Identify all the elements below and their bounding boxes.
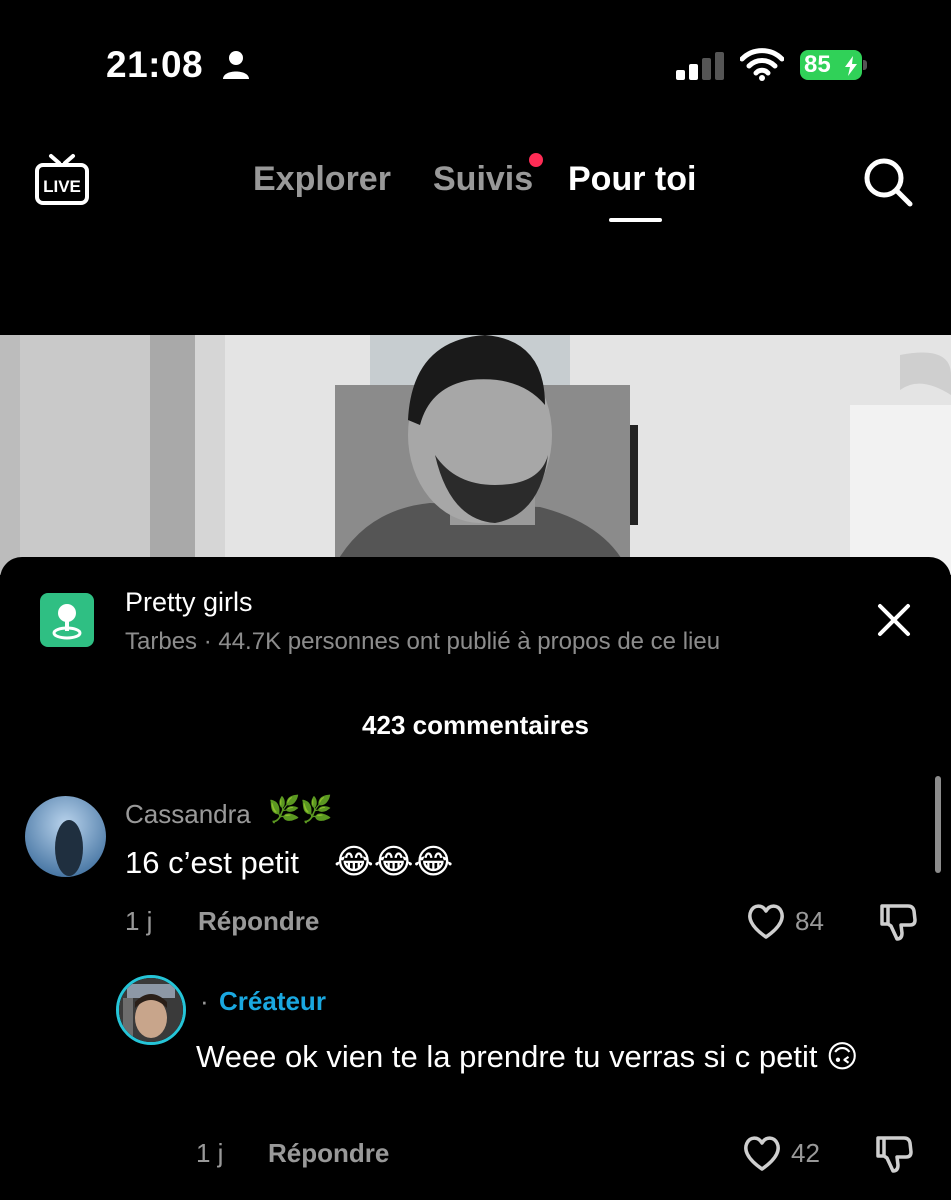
location-badge[interactable]	[40, 593, 94, 647]
notification-dot	[529, 153, 543, 167]
creator-badge: Créateur	[219, 986, 326, 1016]
battery-tip	[863, 60, 867, 70]
comment-emoji: 😂😂😂	[334, 843, 454, 881]
tab-explorer[interactable]: Explorer	[253, 160, 391, 199]
wifi-icon	[740, 48, 784, 81]
comment-text: Weee ok vien te la prendre tu verras si …	[196, 1039, 859, 1074]
live-tv-icon[interactable]: LIVE	[34, 152, 90, 208]
comment-username[interactable]: Cassandra	[125, 799, 251, 830]
person-icon	[223, 51, 249, 79]
cellular-signal-icon	[676, 52, 724, 80]
username-emoji: 🌿🌿	[268, 794, 333, 824]
location-title[interactable]: Pretty girls	[125, 587, 253, 618]
battery-indicator: 85	[800, 50, 870, 80]
heart-icon[interactable]	[746, 902, 786, 940]
like-count: 84	[795, 906, 824, 936]
map-pin-icon	[52, 604, 82, 640]
avatar-image	[119, 978, 183, 1042]
battery-level: 85	[804, 51, 831, 78]
reply-button[interactable]: Répondre	[198, 906, 319, 937]
heart-icon[interactable]	[742, 1134, 782, 1172]
active-tab-indicator	[609, 218, 662, 222]
video-player[interactable]	[0, 335, 951, 575]
search-icon[interactable]	[862, 156, 914, 208]
tab-pour-toi[interactable]: Pour toi	[568, 160, 696, 199]
comment-time: 1 j	[125, 906, 153, 936]
creator-avatar[interactable]	[116, 975, 186, 1045]
dislike-icon[interactable]	[874, 1132, 914, 1174]
comments-count: 423 commentaires	[362, 710, 589, 740]
video-frame-image	[0, 335, 951, 575]
tab-suivis[interactable]: Suivis	[433, 160, 533, 199]
dislike-icon[interactable]	[878, 900, 918, 942]
avatar-image	[25, 796, 106, 877]
comment-text: 16 c’est petit	[125, 845, 300, 880]
close-icon[interactable]	[876, 602, 912, 638]
status-time: 21:08	[106, 44, 204, 85]
comment-time: 1 j	[196, 1138, 224, 1168]
badge-separator: ·	[200, 986, 209, 1016]
location-subtitle: Tarbes · 44.7K personnes ont publié à pr…	[125, 628, 721, 655]
avatar[interactable]	[25, 796, 106, 877]
charging-bolt-icon	[845, 56, 857, 76]
like-count: 42	[791, 1138, 820, 1168]
live-label: LIVE	[43, 177, 81, 196]
reply-button[interactable]: Répondre	[268, 1138, 389, 1169]
scrollbar[interactable]	[935, 776, 941, 873]
